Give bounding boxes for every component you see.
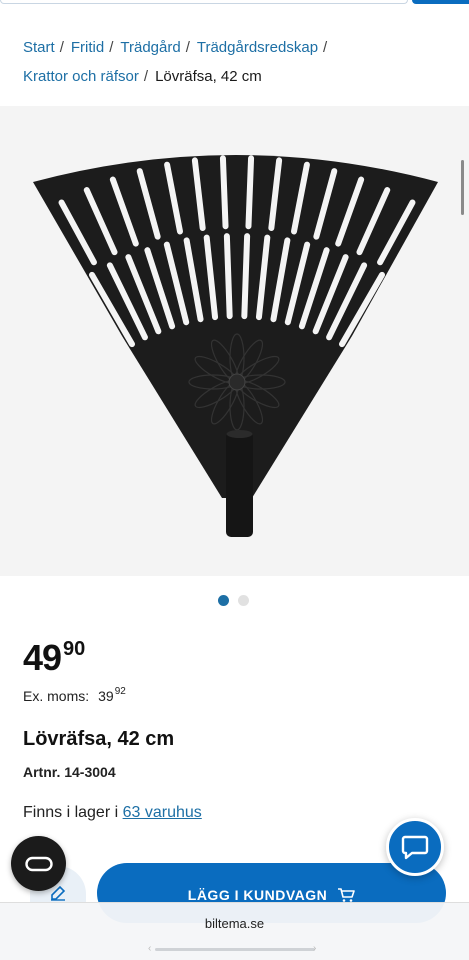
home-indicator xyxy=(155,948,315,951)
breadcrumb-tradgardsredskap[interactable]: Trädgårdsredskap xyxy=(197,39,318,56)
ex-vat-label: Ex. moms: xyxy=(23,688,90,704)
article-number: Artnr. 14-3004 xyxy=(23,764,116,780)
browser-forward-icon[interactable]: › xyxy=(313,943,316,954)
rake-slot xyxy=(245,155,255,230)
ex-vat-decimal: 92 xyxy=(114,686,126,697)
ex-vat-integer: 39 xyxy=(98,688,114,704)
search-input-edge[interactable] xyxy=(0,0,408,4)
breadcrumb-separator: / xyxy=(185,39,190,56)
page-scrollbar[interactable] xyxy=(461,160,464,215)
breadcrumb-tradgard[interactable]: Trädgård xyxy=(120,39,180,56)
breadcrumb-separator: / xyxy=(323,39,328,56)
browser-url[interactable]: biltema.se xyxy=(0,916,469,931)
search-button-edge[interactable] xyxy=(412,0,469,4)
breadcrumb-start[interactable]: Start xyxy=(23,39,55,56)
stock-status: Finns i lager i 63 varuhus xyxy=(23,804,202,822)
rake-slot xyxy=(241,233,251,320)
gallery-pagination xyxy=(218,595,249,606)
breadcrumb-fritid[interactable]: Fritid xyxy=(71,39,104,56)
browser-address-bar[interactable]: biltema.se ‹ › xyxy=(0,902,469,960)
cart-icon xyxy=(338,888,356,902)
gallery-dot-2[interactable] xyxy=(238,595,249,606)
price-integer: 49 xyxy=(23,637,62,678)
add-to-cart-label: LÄGG I KUNDVAGN xyxy=(187,887,328,903)
breadcrumb-krattor[interactable]: Krattor och räfsor xyxy=(23,68,139,85)
search-bar-edge xyxy=(0,0,469,6)
stores-link[interactable]: 63 varuhus xyxy=(123,804,202,821)
browser-back-icon[interactable]: ‹ xyxy=(148,943,151,954)
breadcrumb-separator: / xyxy=(109,39,114,56)
product-image-gallery[interactable] xyxy=(0,106,469,576)
breadcrumb-separator: / xyxy=(143,68,149,85)
breadcrumb-separator: / xyxy=(59,39,64,56)
breadcrumb: Start / Fritid / Trädgård / Trädgårdsredskap / K… xyxy=(23,33,453,91)
rake-slot xyxy=(223,233,233,320)
price-ex-vat: Ex. moms: 39 92 xyxy=(23,686,126,704)
chat-button[interactable] xyxy=(386,818,444,876)
product-price: 49 90 xyxy=(23,636,85,680)
breadcrumb-current: Lövräfsa, 42 cm xyxy=(155,68,262,85)
rake-product-image xyxy=(0,155,469,537)
chat-icon xyxy=(401,835,429,860)
stock-prefix: Finns i lager i xyxy=(23,804,119,821)
product-title: Lövräfsa, 42 cm xyxy=(23,728,175,750)
ar-view-button[interactable] xyxy=(11,836,66,891)
price-decimal: 90 xyxy=(63,638,86,660)
ar-view-icon xyxy=(24,856,53,871)
rake-slot xyxy=(219,155,229,230)
gallery-dot-1[interactable] xyxy=(218,595,229,606)
